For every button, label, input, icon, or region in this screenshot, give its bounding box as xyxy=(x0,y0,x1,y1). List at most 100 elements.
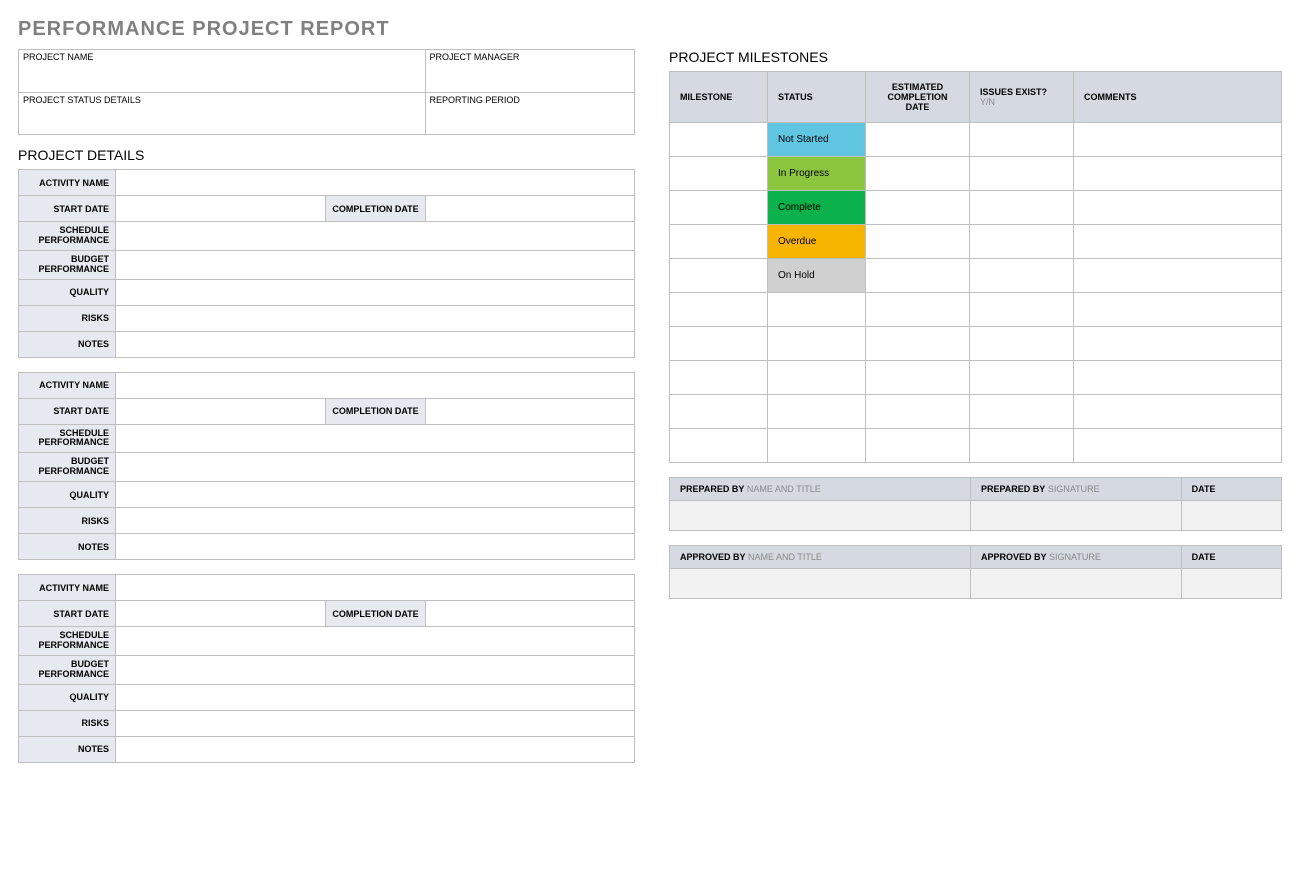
est-date-field[interactable] xyxy=(866,191,970,225)
prepared-sig-field[interactable] xyxy=(970,501,1181,531)
est-date-field[interactable] xyxy=(866,157,970,191)
milestone-field[interactable] xyxy=(670,293,768,327)
schedule-performance-field[interactable] xyxy=(116,222,635,251)
reporting-period-field[interactable] xyxy=(425,107,634,135)
start-date-label: START DATE xyxy=(19,601,116,627)
notes-field[interactable] xyxy=(116,331,635,357)
comments-field[interactable] xyxy=(1074,157,1282,191)
activity-name-label: ACTIVITY NAME xyxy=(19,575,116,601)
status-field[interactable]: On Hold xyxy=(768,259,866,293)
milestone-field[interactable] xyxy=(670,123,768,157)
completion-date-field[interactable] xyxy=(426,398,635,424)
issues-field[interactable] xyxy=(970,259,1074,293)
completion-date-field[interactable] xyxy=(426,601,635,627)
comments-field[interactable] xyxy=(1074,293,1282,327)
issues-header-sub: Y/N xyxy=(980,97,995,107)
prepared-date-field[interactable] xyxy=(1181,501,1281,531)
est-date-field[interactable] xyxy=(866,123,970,157)
issues-header-text: ISSUES EXIST? xyxy=(980,87,1047,97)
right-column: PROJECT MILESTONES MILESTONE STATUS ESTI… xyxy=(669,49,1282,599)
project-name-field[interactable] xyxy=(19,64,426,92)
issues-field[interactable] xyxy=(970,361,1074,395)
activity-name-field[interactable] xyxy=(116,170,635,196)
notes-field[interactable] xyxy=(116,736,635,762)
status-field[interactable] xyxy=(768,429,866,463)
comments-field[interactable] xyxy=(1074,191,1282,225)
issues-field[interactable] xyxy=(970,225,1074,259)
issues-field[interactable] xyxy=(970,157,1074,191)
est-date-field[interactable] xyxy=(866,395,970,429)
project-manager-field[interactable] xyxy=(425,64,634,92)
comments-header: COMMENTS xyxy=(1074,72,1282,123)
start-date-label: START DATE xyxy=(19,196,116,222)
milestone-field[interactable] xyxy=(670,361,768,395)
comments-field[interactable] xyxy=(1074,225,1282,259)
status-field[interactable]: Overdue xyxy=(768,225,866,259)
milestone-field[interactable] xyxy=(670,191,768,225)
comments-field[interactable] xyxy=(1074,123,1282,157)
risks-field[interactable] xyxy=(116,508,635,534)
budget-performance-field[interactable] xyxy=(116,453,635,482)
est-date-field[interactable] xyxy=(866,429,970,463)
issues-field[interactable] xyxy=(970,123,1074,157)
project-status-field[interactable] xyxy=(19,107,426,135)
issues-field[interactable] xyxy=(970,395,1074,429)
quality-field[interactable] xyxy=(116,482,635,508)
comments-field[interactable] xyxy=(1074,361,1282,395)
project-details-table-1: ACTIVITY NAME START DATE COMPLETION DATE… xyxy=(18,372,635,561)
start-date-field[interactable] xyxy=(116,196,326,222)
schedule-performance-field[interactable] xyxy=(116,424,635,453)
issues-field[interactable] xyxy=(970,327,1074,361)
issues-field[interactable] xyxy=(970,293,1074,327)
milestone-field[interactable] xyxy=(670,327,768,361)
project-details-table-0: ACTIVITY NAME START DATE COMPLETION DATE… xyxy=(18,169,635,358)
approved-by-field[interactable] xyxy=(670,569,971,599)
comments-field[interactable] xyxy=(1074,429,1282,463)
comments-field[interactable] xyxy=(1074,395,1282,429)
budget-performance-label: BUDGETPERFORMANCE xyxy=(19,655,116,684)
approved-by-label: APPROVED BY xyxy=(680,552,746,562)
prepared-by-field[interactable] xyxy=(670,501,971,531)
est-date-field[interactable] xyxy=(866,259,970,293)
status-field[interactable] xyxy=(768,361,866,395)
start-date-field[interactable] xyxy=(116,398,326,424)
status-field[interactable]: In Progress xyxy=(768,157,866,191)
schedule-performance-field[interactable] xyxy=(116,627,635,656)
status-field[interactable] xyxy=(768,293,866,327)
start-date-field[interactable] xyxy=(116,601,326,627)
milestone-field[interactable] xyxy=(670,429,768,463)
milestone-field[interactable] xyxy=(670,225,768,259)
completion-date-field[interactable] xyxy=(426,196,635,222)
issues-header: ISSUES EXIST? Y/N xyxy=(970,72,1074,123)
comments-field[interactable] xyxy=(1074,327,1282,361)
approved-sig-sub: SIGNATURE xyxy=(1046,552,1100,562)
budget-performance-field[interactable] xyxy=(116,250,635,279)
budget-performance-field[interactable] xyxy=(116,655,635,684)
milestone-field[interactable] xyxy=(670,395,768,429)
est-date-field[interactable] xyxy=(866,361,970,395)
milestone-field[interactable] xyxy=(670,259,768,293)
activity-name-field[interactable] xyxy=(116,372,635,398)
est-date-field[interactable] xyxy=(866,327,970,361)
quality-field[interactable] xyxy=(116,684,635,710)
approved-date-field[interactable] xyxy=(1181,569,1281,599)
est-date-field[interactable] xyxy=(866,225,970,259)
risks-field[interactable] xyxy=(116,305,635,331)
issues-field[interactable] xyxy=(970,429,1074,463)
status-field[interactable]: Not Started xyxy=(768,123,866,157)
notes-field[interactable] xyxy=(116,534,635,560)
status-field[interactable] xyxy=(768,327,866,361)
activity-name-field[interactable] xyxy=(116,575,635,601)
status-field[interactable] xyxy=(768,395,866,429)
approved-sig-field[interactable] xyxy=(970,569,1181,599)
risks-field[interactable] xyxy=(116,710,635,736)
issues-field[interactable] xyxy=(970,191,1074,225)
est-date-field[interactable] xyxy=(866,293,970,327)
budget-performance-label: BUDGETPERFORMANCE xyxy=(19,250,116,279)
comments-field[interactable] xyxy=(1074,259,1282,293)
quality-field[interactable] xyxy=(116,279,635,305)
status-field[interactable]: Complete xyxy=(768,191,866,225)
notes-label: NOTES xyxy=(19,331,116,357)
approved-sig-header: APPROVED BY SIGNATURE xyxy=(970,546,1181,569)
milestone-field[interactable] xyxy=(670,157,768,191)
